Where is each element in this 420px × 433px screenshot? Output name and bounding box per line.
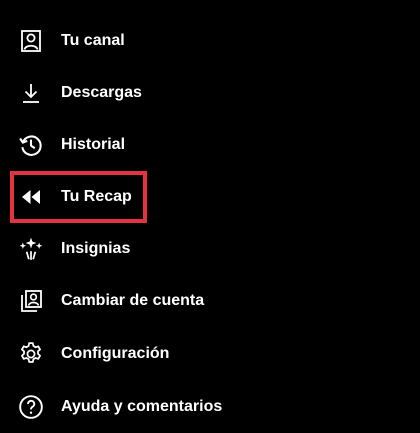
menu-item-label: Tu canal: [61, 32, 125, 49]
sparkle-badges-icon: [17, 236, 45, 262]
rewind-icon: [17, 184, 45, 210]
switch-account-icon: [17, 288, 45, 314]
menu-item-your-recap[interactable]: Tu Recap: [0, 171, 420, 223]
gear-icon: [17, 341, 45, 367]
menu-item-label: Configuración: [61, 345, 170, 362]
menu-item-your-channel[interactable]: Tu canal: [0, 15, 420, 67]
account-box-icon: [17, 28, 45, 54]
menu-item-badges[interactable]: Insignias: [0, 223, 420, 275]
help-circle-icon: [17, 394, 45, 420]
account-menu: Tu canal Descargas Historial Tu Recap In…: [0, 0, 420, 429]
menu-item-label: Cambiar de cuenta: [61, 292, 205, 309]
menu-item-settings[interactable]: Configuración: [0, 328, 420, 380]
menu-item-label: Tu Recap: [61, 188, 132, 205]
history-icon: [17, 132, 45, 158]
menu-item-downloads[interactable]: Descargas: [0, 67, 420, 119]
download-icon: [17, 80, 45, 106]
menu-item-help-feedback[interactable]: Ayuda y comentarios: [0, 381, 420, 433]
menu-item-label: Insignias: [61, 240, 131, 257]
menu-item-label: Descargas: [61, 84, 142, 101]
menu-item-label: Ayuda y comentarios: [61, 398, 223, 415]
menu-item-switch-account[interactable]: Cambiar de cuenta: [0, 275, 420, 327]
menu-item-history[interactable]: Historial: [0, 119, 420, 171]
menu-item-label: Historial: [61, 136, 126, 153]
